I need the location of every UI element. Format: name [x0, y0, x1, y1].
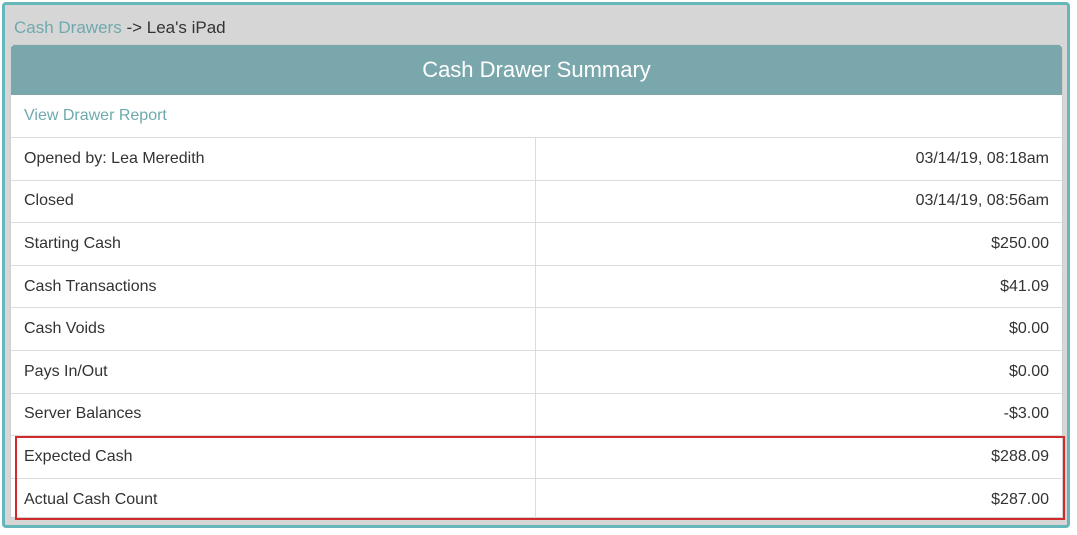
- breadcrumb-separator: ->: [126, 18, 143, 37]
- row-label: Cash Transactions: [11, 265, 536, 308]
- summary-row-closed: Closed 03/14/19, 08:56am: [11, 180, 1062, 224]
- view-drawer-report-link[interactable]: View Drawer Report: [11, 95, 1062, 138]
- summary-row-opened-by: Opened by: Lea Meredith 03/14/19, 08:18a…: [11, 138, 1062, 181]
- breadcrumb-current: Lea's iPad: [146, 18, 226, 37]
- row-value: $0.00: [1008, 320, 1049, 338]
- row-label: Pays In/Out: [11, 350, 536, 393]
- row-label: Server Balances: [11, 393, 536, 436]
- row-label: Closed: [11, 180, 536, 223]
- summary-row-server-balances: Server Balances -$3.00: [11, 393, 1062, 437]
- row-value: -$3.00: [1003, 405, 1049, 423]
- summary-panel: Cash Drawer Summary View Drawer Report O…: [10, 44, 1063, 522]
- row-value: $250.00: [991, 234, 1049, 252]
- row-label: Cash Voids: [11, 308, 536, 350]
- row-label: Opened by: Lea Meredith: [11, 138, 536, 180]
- breadcrumb: Cash Drawers -> Lea's iPad: [14, 18, 226, 38]
- row-value: $288.09: [991, 447, 1049, 465]
- summary-row-pays-in-out: Pays In/Out $0.00: [11, 350, 1062, 394]
- panel-title: Cash Drawer Summary: [11, 45, 1062, 95]
- summary-row-cash-voids: Cash Voids $0.00: [11, 308, 1062, 351]
- row-value: $41.09: [1000, 277, 1049, 295]
- row-label: Actual Cash Count: [11, 478, 536, 522]
- summary-row-actual-cash-count: Actual Cash Count $287.00: [11, 478, 1062, 522]
- summary-row-expected-cash: Expected Cash $288.09: [11, 436, 1062, 479]
- row-value: $0.00: [1008, 362, 1049, 380]
- row-label: Starting Cash: [11, 223, 536, 265]
- row-label: Expected Cash: [11, 436, 536, 478]
- summary-row-starting-cash: Starting Cash $250.00: [11, 223, 1062, 266]
- row-value: $287.00: [991, 491, 1049, 509]
- summary-row-cash-transactions: Cash Transactions $41.09: [11, 265, 1062, 309]
- row-value: 03/14/19, 08:18am: [915, 149, 1049, 167]
- breadcrumb-link-cash-drawers[interactable]: Cash Drawers: [14, 18, 122, 37]
- row-value: 03/14/19, 08:56am: [915, 192, 1049, 210]
